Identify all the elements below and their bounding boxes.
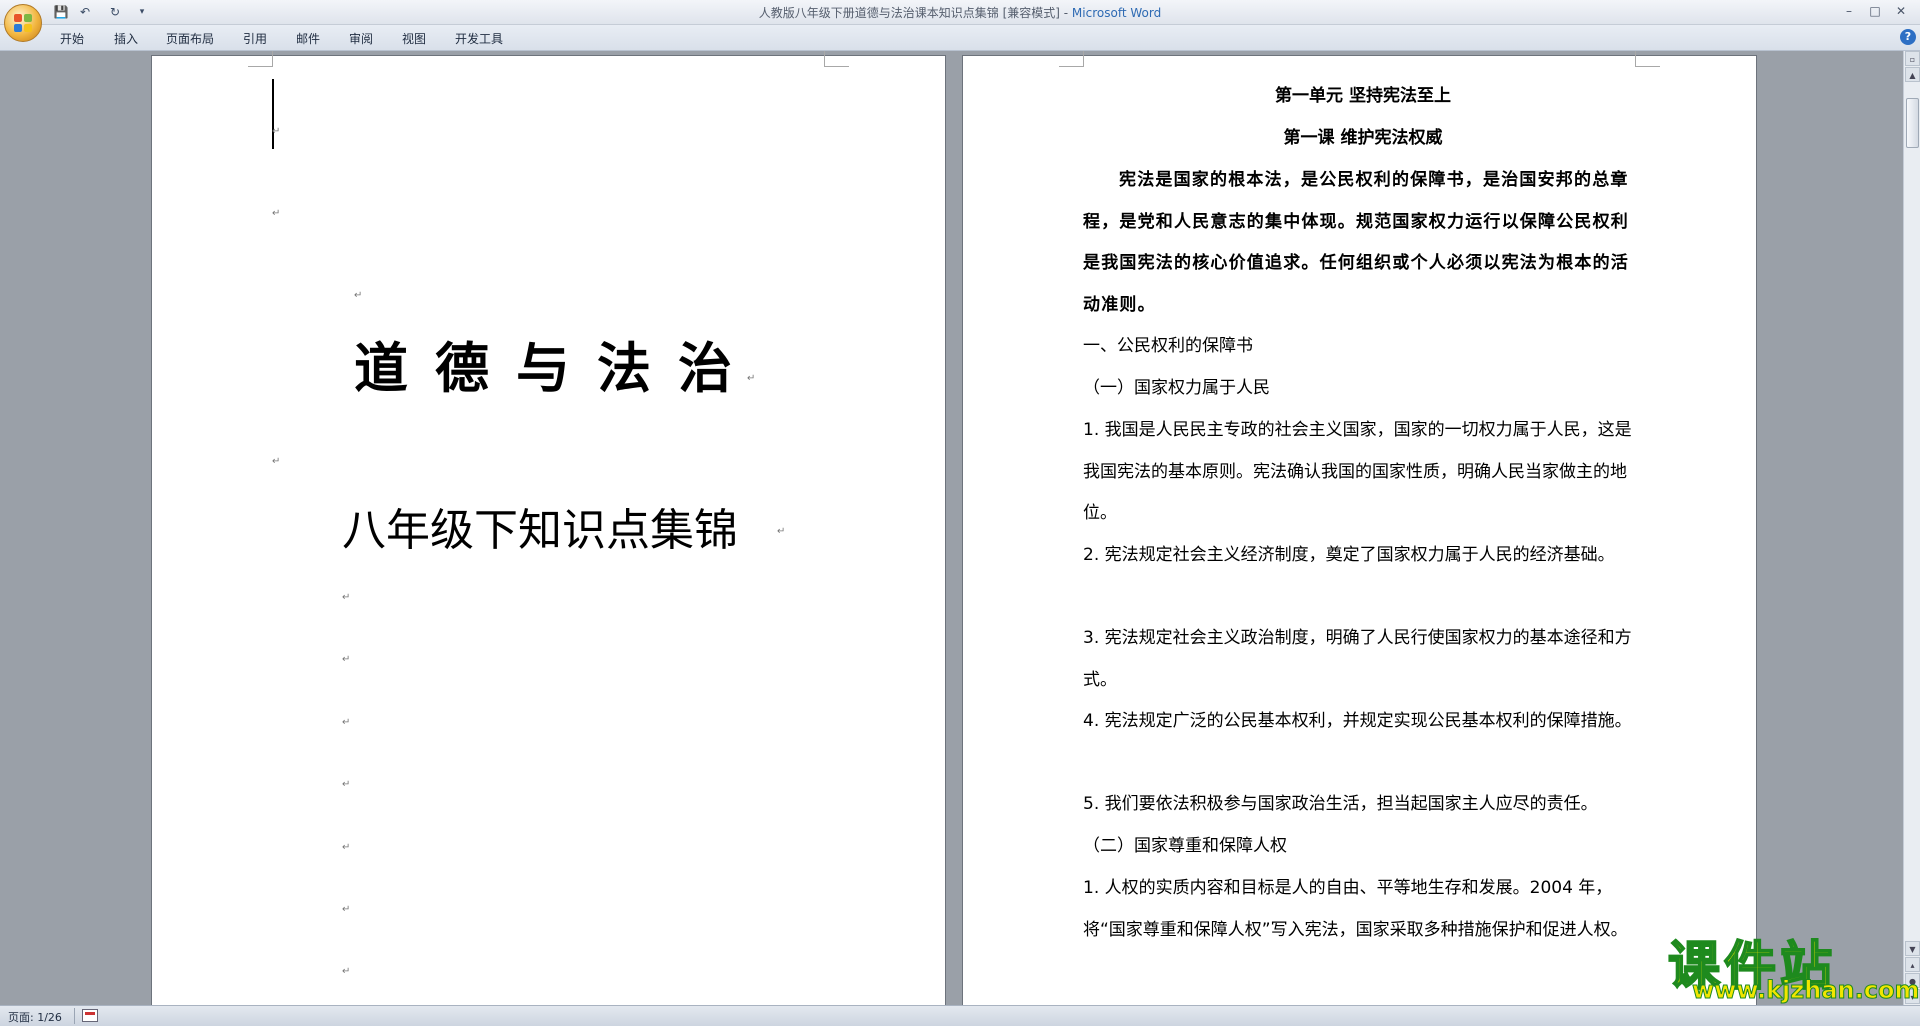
proofing-icon[interactable]	[82, 1009, 98, 1022]
site-watermark: 课件站 www.kjzhan.com	[1667, 924, 1920, 1005]
tab-developer[interactable]: 开发工具	[455, 30, 503, 47]
margin-corner-mark	[248, 51, 273, 67]
section-heading: 一、公民权利的保障书	[1083, 336, 1253, 356]
tab-page-layout[interactable]: 页面布局	[166, 30, 214, 47]
margin-corner-mark	[824, 51, 849, 67]
paragraph-mark: ↵	[272, 208, 281, 219]
paragraph-mark: ↵	[747, 373, 756, 384]
paragraph-mark: ↵	[354, 290, 363, 301]
window-title: 人教版八年级下册道德与法治课本知识点集锦 [兼容模式] - Microsoft …	[0, 4, 1920, 21]
text-cursor	[272, 79, 274, 149]
app-name: Microsoft Word	[1071, 6, 1162, 20]
document-title-heading: 道德与法治	[354, 337, 759, 400]
ribbon-tab-bar: 开始 插入 页面布局 引用 邮件 审阅 视图 开发工具 ?	[0, 25, 1920, 51]
page-1[interactable]: ↵ ↵ ↵ 道德与法治 ↵ ↵ 八年级下知识点集锦 ↵ ↵ ↵ ↵ ↵ ↵ ↵ …	[152, 51, 945, 1005]
tab-review[interactable]: 审阅	[349, 30, 373, 47]
paragraph-mark: ↵	[342, 904, 351, 915]
document-workspace[interactable]: ↵ ↵ ↵ 道德与法治 ↵ ↵ 八年级下知识点集锦 ↵ ↵ ↵ ↵ ↵ ↵ ↵ …	[0, 51, 1903, 1005]
list-item: 4. 宪法规定广泛的公民基本权利，并规定实现公民基本权利的保障措施。	[1083, 711, 1632, 731]
paragraph-mark: ↵	[272, 126, 281, 137]
document-title: 人教版八年级下册道德与法治课本知识点集锦 [兼容模式] -	[758, 6, 1072, 20]
subsection-heading: （一）国家权力属于人民	[1083, 378, 1270, 398]
watermark-url: www.kjzhan.com	[1691, 976, 1920, 1005]
help-icon[interactable]: ?	[1900, 29, 1916, 45]
intro-paragraph: 宪法是国家的根本法，是公民权利的保障书，是治国安邦的总章程，是党和人民意志的集中…	[1083, 170, 1629, 315]
tab-references[interactable]: 引用	[243, 30, 267, 47]
scroll-up-icon[interactable]: ▲	[1905, 67, 1920, 82]
status-divider	[74, 1008, 75, 1024]
status-bar: 页面: 1/26	[0, 1005, 1920, 1026]
paragraph-mark: ↵	[777, 526, 786, 537]
page-count[interactable]: 页面: 1/26	[8, 1009, 62, 1025]
tab-mailings[interactable]: 邮件	[296, 30, 320, 47]
paragraph-mark: ↵	[342, 842, 351, 853]
minimize-button[interactable]: –	[1836, 2, 1862, 20]
close-button[interactable]: ✕	[1888, 2, 1914, 20]
maximize-button[interactable]: □	[1862, 2, 1888, 20]
office-logo-icon	[14, 14, 32, 32]
margin-corner-mark	[1635, 51, 1660, 67]
tab-view[interactable]: 视图	[402, 30, 426, 47]
title-bar: 💾 ↶ ↻ ▾ 人教版八年级下册道德与法治课本知识点集锦 [兼容模式] - Mi…	[0, 0, 1920, 25]
paragraph-mark: ↵	[342, 592, 351, 603]
list-item: 5. 我们要依法积极参与国家政治生活，担当起国家主人应尽的责任。	[1083, 794, 1598, 814]
list-item: 1. 我国是人民民主专政的社会主义国家，国家的一切权力属于人民，这是我国宪法的基…	[1083, 420, 1632, 523]
paragraph-mark: ↵	[342, 966, 351, 977]
paragraph-mark: ↵	[272, 456, 281, 467]
list-item: 1. 人权的实质内容和目标是人的自由、平等地生存和发展。2004 年，将“国家尊…	[1083, 878, 1628, 940]
scroll-thumb[interactable]	[1906, 98, 1919, 148]
margin-corner-mark	[1059, 51, 1084, 67]
list-item: 2. 宪法规定社会主义经济制度，奠定了国家权力属于人民的经济基础。	[1083, 545, 1615, 565]
vertical-scrollbar[interactable]: ▫ ▲ ▼ ▴ ● ▾	[1903, 51, 1920, 1005]
paragraph-mark: ↵	[342, 654, 351, 665]
page-2[interactable]: 第一单元 坚持宪法至上 第一课 维护宪法权威 宪法是国家的根本法，是公民权利的保…	[963, 51, 1756, 1005]
document-subtitle: 八年级下知识点集锦	[342, 505, 738, 556]
list-item: 3. 宪法规定社会主义政治制度，明确了人民行使国家权力的基本途径和方式。	[1083, 628, 1632, 690]
tab-insert[interactable]: 插入	[114, 30, 138, 47]
subsection-heading: （二）国家尊重和保障人权	[1083, 836, 1287, 856]
lesson-heading: 第一课 维护宪法权威	[1283, 128, 1443, 148]
office-button[interactable]	[4, 4, 42, 42]
unit-heading: 第一单元 坚持宪法至上	[1275, 86, 1451, 106]
paragraph-mark: ↵	[342, 717, 351, 728]
paragraph-mark: ↵	[342, 779, 351, 790]
tab-home[interactable]: 开始	[60, 30, 84, 47]
ruler-toggle-icon[interactable]: ▫	[1905, 51, 1920, 66]
